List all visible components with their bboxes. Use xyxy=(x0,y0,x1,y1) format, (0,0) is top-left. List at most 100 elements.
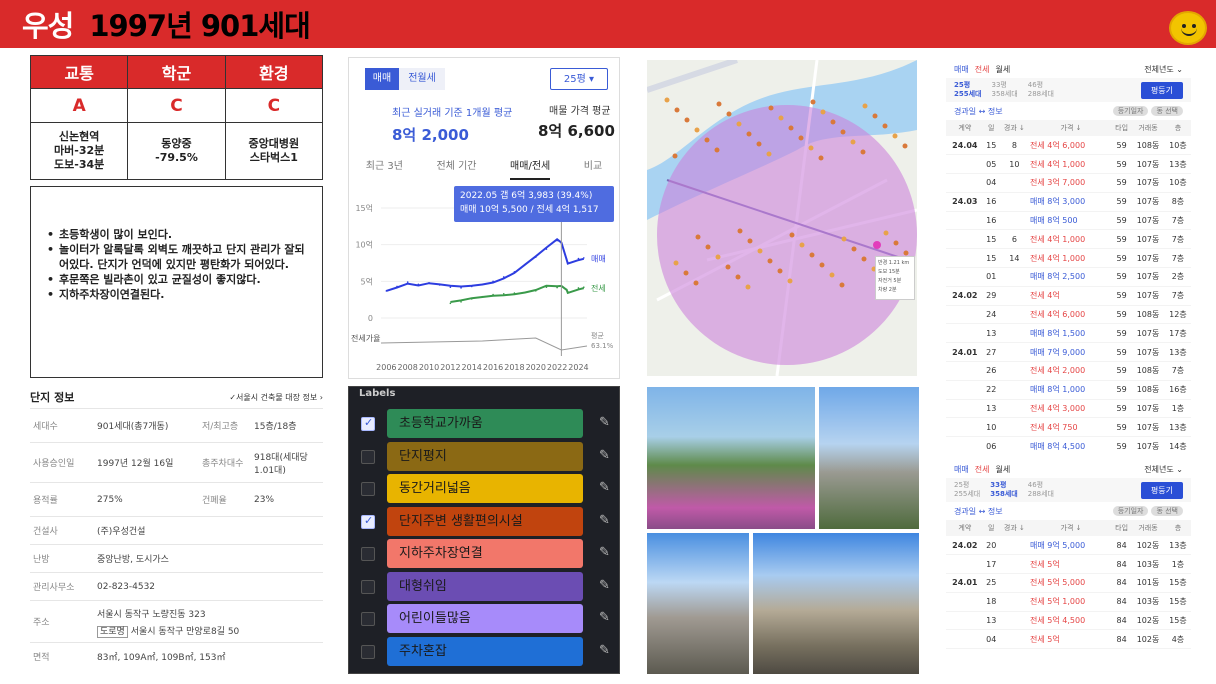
column-header[interactable]: 계약 xyxy=(946,520,984,536)
table-row[interactable]: 24.03 16 매매 8억 3,000 59 107동 8층 xyxy=(946,192,1191,212)
table-row[interactable]: 04 전세 3억 7,000 59 107동 10층 xyxy=(946,173,1191,193)
tab-monthly[interactable]: 월세 xyxy=(995,465,1010,474)
tab-sale[interactable]: 매매 xyxy=(954,465,969,474)
dong-select-chip[interactable]: 동 선택 xyxy=(1151,106,1183,116)
location-map[interactable]: 반경 1.21 km 도보 15분 자전거 5분 차량 2분 xyxy=(647,60,917,376)
column-header[interactable]: 일 xyxy=(983,120,999,136)
column-header[interactable]: 계약 xyxy=(946,120,984,136)
elapsed-toggle[interactable]: 경과일 ↔ 정보 xyxy=(954,506,1003,517)
column-header[interactable]: 타입 xyxy=(1112,120,1132,136)
edit-pencil-icon[interactable]: ✎ xyxy=(599,513,610,528)
type-25[interactable]: 25평 255세대 xyxy=(954,81,982,99)
label-checkbox[interactable] xyxy=(361,612,375,626)
tab-sale-rent[interactable]: 매매/전세 xyxy=(510,154,551,180)
table-row[interactable]: 15 14 전세 4억 1,000 59 107동 7층 xyxy=(946,248,1191,269)
edit-pencil-icon[interactable]: ✎ xyxy=(599,415,610,430)
column-header[interactable]: 층 xyxy=(1164,520,1191,536)
tab-all-period[interactable]: 전체 기간 xyxy=(437,154,477,180)
tab-sale[interactable]: 매매 xyxy=(954,65,969,74)
type-46[interactable]: 46평 288세대 xyxy=(1028,81,1054,99)
tab-sale[interactable]: 매매 xyxy=(365,68,399,90)
edit-pencil-icon[interactable]: ✎ xyxy=(599,643,610,658)
edit-pencil-icon[interactable]: ✎ xyxy=(599,578,610,593)
year-select[interactable]: 전체년도 ⌄ xyxy=(1144,464,1183,475)
table-row[interactable]: 13 전세 4억 3,000 59 107동 1층 xyxy=(946,399,1191,419)
label-checkbox[interactable] xyxy=(361,514,375,529)
dong-select-chip[interactable]: 동 선택 xyxy=(1151,506,1183,516)
grade-transport: A xyxy=(29,88,129,123)
table-row[interactable]: 22 매매 8억 1,000 59 108동 16층 xyxy=(946,380,1191,400)
table-row[interactable]: 06 매매 8억 4,500 59 107동 14층 xyxy=(946,436,1191,454)
table-row[interactable]: 15 6 전세 4억 1,000 59 107동 7층 xyxy=(946,229,1191,250)
type-25[interactable]: 25평 255세대 xyxy=(954,481,980,499)
compare-button[interactable]: 평둥기 xyxy=(1140,481,1183,499)
column-header[interactable]: 타입 xyxy=(1112,520,1132,536)
tab-monthly[interactable]: 월세 xyxy=(995,65,1010,74)
registry-date-chip[interactable]: 등기일자 xyxy=(1112,506,1149,516)
edit-pencil-icon[interactable]: ✎ xyxy=(599,545,610,560)
table-row[interactable]: 24.02 29 전세 4억 59 107동 7층 xyxy=(946,286,1191,306)
table-cell: 8 xyxy=(998,136,1030,156)
table-row[interactable]: 13 매매 8억 1,500 59 107동 17층 xyxy=(946,323,1191,344)
column-header[interactable]: 가격 ↓ xyxy=(1029,520,1113,536)
column-header[interactable]: 일 xyxy=(983,520,999,536)
table-row[interactable]: 17 전세 5억 84 103동 1층 xyxy=(946,554,1191,575)
table-cell: 13 xyxy=(983,611,999,631)
table-row[interactable]: 26 전세 4억 2,000 59 108동 7층 xyxy=(946,361,1191,381)
table-row[interactable]: 13 전세 5억 4,500 84 102동 15층 xyxy=(946,611,1191,631)
map-pin-icon xyxy=(747,238,753,244)
type-46[interactable]: 46평 288세대 xyxy=(1028,481,1054,499)
table-row[interactable]: 01 매매 8억 2,500 59 107동 2층 xyxy=(946,267,1191,287)
table-row[interactable]: 24.02 20 매매 9억 5,000 84 102동 13층 xyxy=(946,536,1191,556)
label-row: 대형쉬임 ✎ xyxy=(349,571,619,602)
table-cell xyxy=(998,173,1030,193)
edit-pencil-icon[interactable]: ✎ xyxy=(599,610,610,625)
building-registry-link[interactable]: ✓서울시 건축물 대장 정보 › xyxy=(229,392,323,403)
x-tick-label: 2018 xyxy=(504,363,524,372)
label-checkbox[interactable] xyxy=(361,644,375,659)
table-row[interactable]: 24.01 25 전세 5억 5,000 84 101동 15층 xyxy=(946,573,1191,593)
map-pin-icon xyxy=(902,143,908,149)
label-checkbox[interactable] xyxy=(361,547,375,561)
pyeong-select[interactable]: 25평 ▾ xyxy=(550,68,608,90)
table-cell: 13층 xyxy=(1164,342,1191,363)
table-cell: 10층 xyxy=(1164,173,1191,193)
edit-pencil-icon[interactable]: ✎ xyxy=(599,480,610,495)
table-row[interactable]: 16 매매 8억 500 59 107동 7층 xyxy=(946,211,1191,231)
map-pin-icon xyxy=(778,115,784,121)
transaction-table: 계약 일 경과 ↓ 가격 ↓ 타입 거래동 층 24.02 20 매매 9억 5,000 84 102… xyxy=(946,520,1191,650)
type-33[interactable]: 33평 358세대 xyxy=(992,81,1018,99)
registry-date-chip[interactable]: 등기일자 xyxy=(1112,106,1149,116)
tab-compare[interactable]: 비교 xyxy=(584,154,602,180)
label-checkbox[interactable] xyxy=(361,579,375,594)
label-checkbox[interactable] xyxy=(361,416,375,431)
column-header[interactable]: 경과 ↓ xyxy=(998,520,1030,536)
table-row[interactable]: 10 전세 4억 750 59 107동 13층 xyxy=(946,417,1191,438)
type-33[interactable]: 33평 358세대 xyxy=(990,481,1018,499)
table-row[interactable]: 04 전세 5억 84 102동 4층 xyxy=(946,629,1191,650)
data-point xyxy=(428,282,430,284)
label-chip: 대형쉬임 xyxy=(387,571,583,601)
label-checkbox[interactable] xyxy=(361,482,375,496)
tab-jeonse[interactable]: 전세 xyxy=(975,65,990,74)
table-row[interactable]: 24 전세 4억 6,000 59 108동 12층 xyxy=(946,305,1191,325)
site-photos xyxy=(647,387,919,674)
column-header[interactable]: 경과 ↓ xyxy=(998,120,1030,136)
tab-rent[interactable]: 전월세 xyxy=(399,68,445,90)
label-checkbox[interactable] xyxy=(361,449,375,464)
year-select[interactable]: 전체년도 ⌄ xyxy=(1144,64,1183,75)
column-header[interactable]: 층 xyxy=(1164,120,1191,136)
table-row[interactable]: 24.01 27 매매 7억 9,000 59 107동 13층 xyxy=(946,342,1191,363)
column-header[interactable]: 가격 ↓ xyxy=(1029,120,1113,136)
table-row[interactable]: 18 전세 5억 1,000 84 103동 15층 xyxy=(946,592,1191,612)
table-row[interactable]: 05 10 전세 4억 1,000 59 107동 13층 xyxy=(946,154,1191,175)
table-row[interactable]: 24.04 15 8 전세 4억 6,000 59 108동 10층 xyxy=(946,136,1191,156)
column-header[interactable]: 거래동 xyxy=(1131,520,1165,536)
edit-pencil-icon[interactable]: ✎ xyxy=(599,448,610,463)
tab-3years[interactable]: 최근 3년 xyxy=(366,154,403,180)
compare-button[interactable]: 평둥기 xyxy=(1140,81,1183,99)
column-header[interactable]: 거래동 xyxy=(1131,120,1165,136)
elapsed-toggle[interactable]: 경과일 ↔ 정보 xyxy=(954,106,1003,117)
tab-jeonse[interactable]: 전세 xyxy=(975,465,990,474)
table-cell: 10 xyxy=(983,417,999,438)
